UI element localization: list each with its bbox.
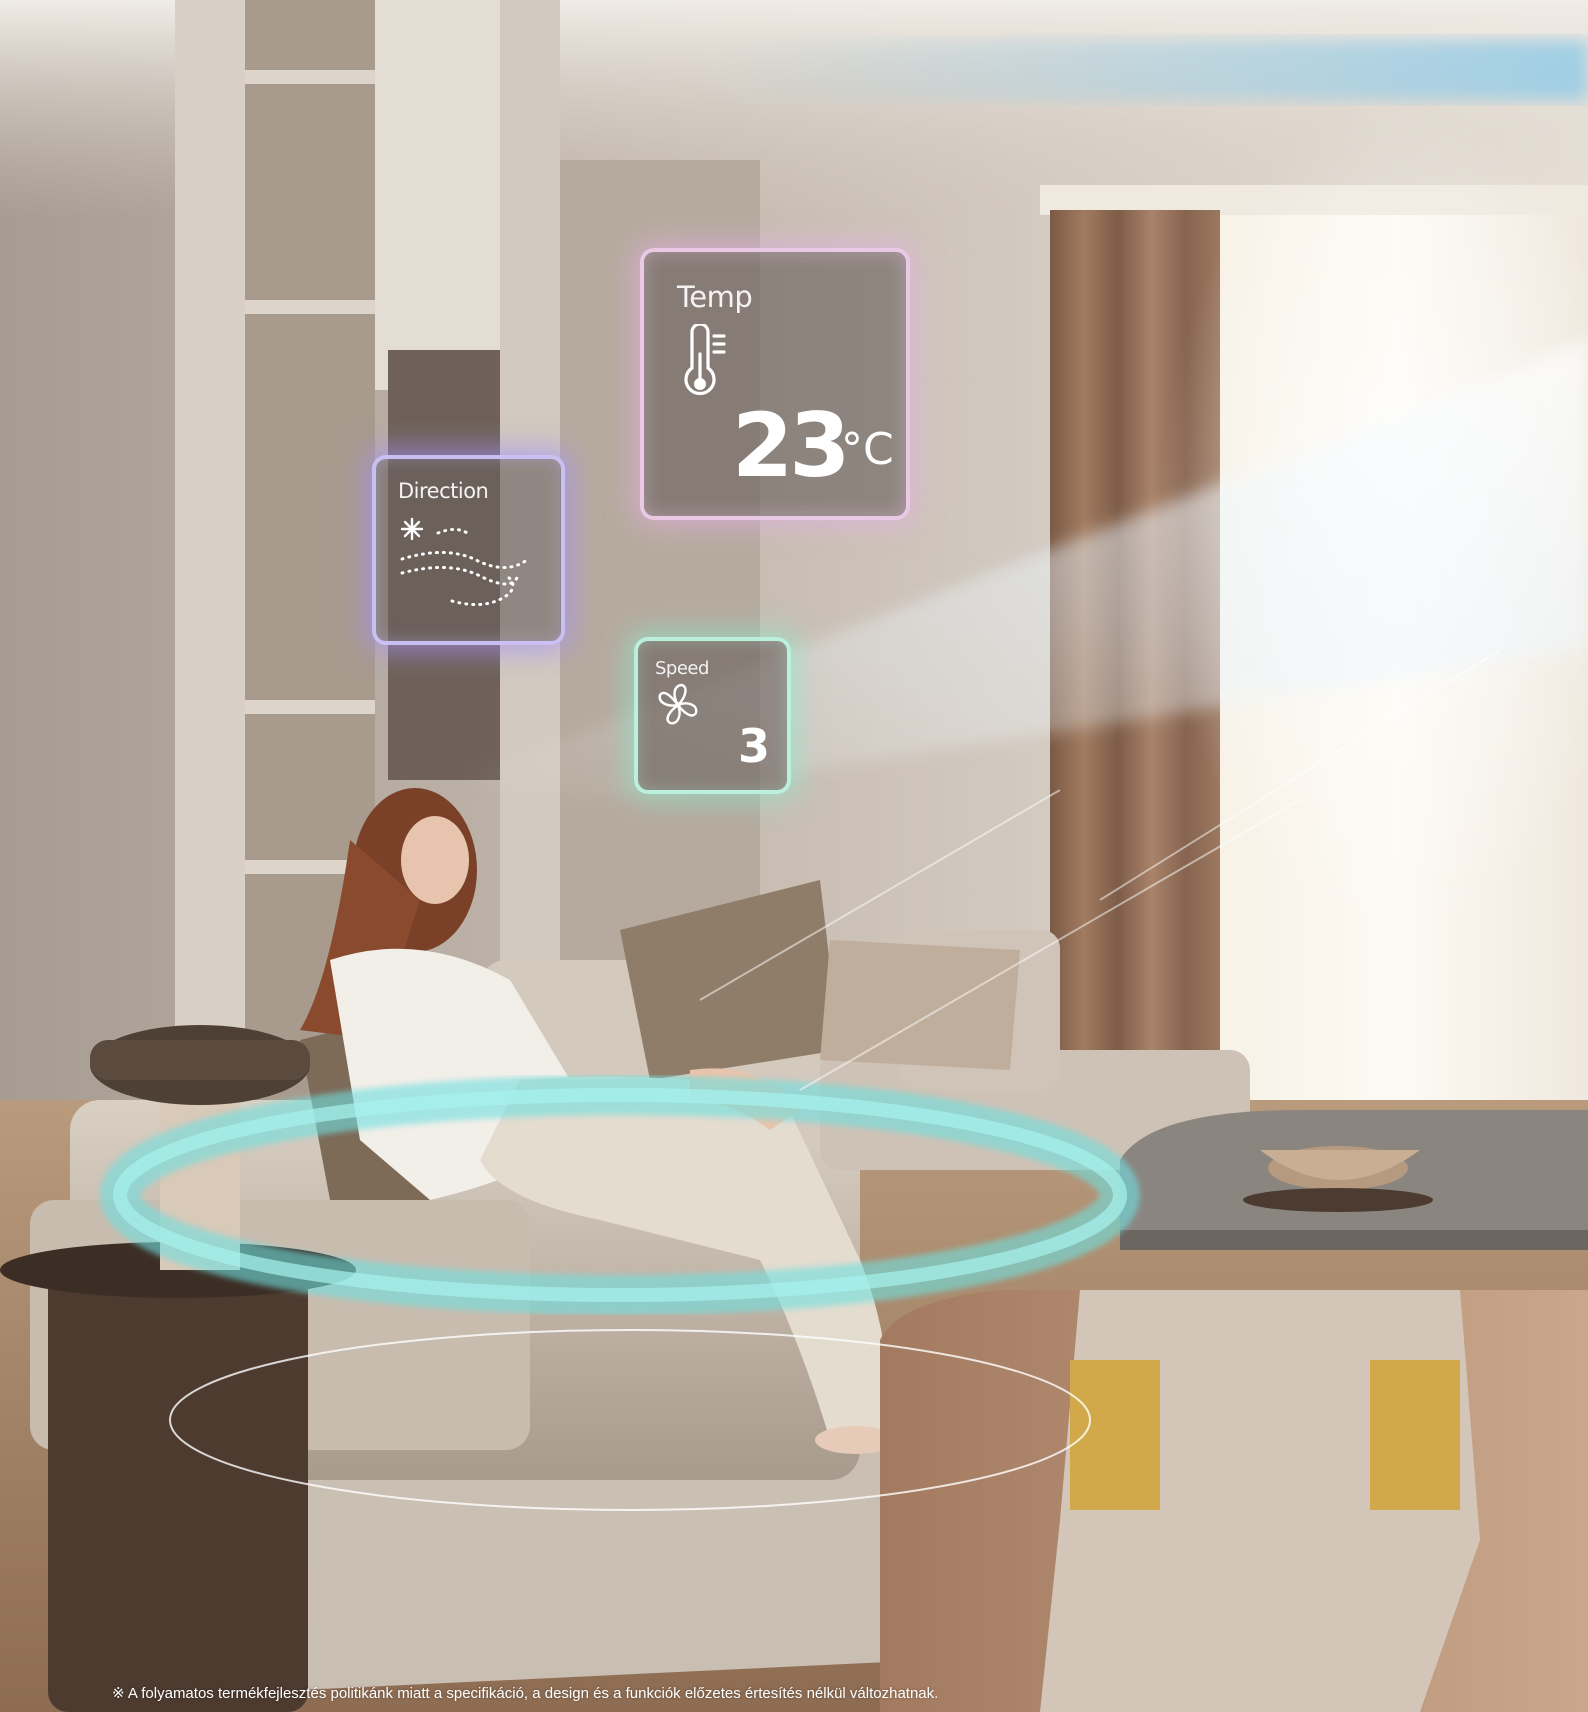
direction-panel: Direction xyxy=(372,455,565,645)
thermometer-icon xyxy=(684,324,726,396)
fan-icon xyxy=(658,683,698,725)
temperature-unit: °C xyxy=(841,424,894,475)
airflow-direction-icon xyxy=(400,517,530,607)
temperature-label: Temp xyxy=(677,280,753,314)
fan-speed-value: 3 xyxy=(738,719,771,773)
fan-speed-panel: Speed 3 xyxy=(634,637,791,794)
fan-speed-label: Speed xyxy=(655,658,709,679)
direction-label: Direction xyxy=(398,479,489,503)
temperature-value: 23 xyxy=(732,394,850,497)
disclaimer-text: ※ A folyamatos termékfejlesztés politiká… xyxy=(112,1685,939,1702)
temperature-panel: Temp 23 °C xyxy=(640,248,910,520)
